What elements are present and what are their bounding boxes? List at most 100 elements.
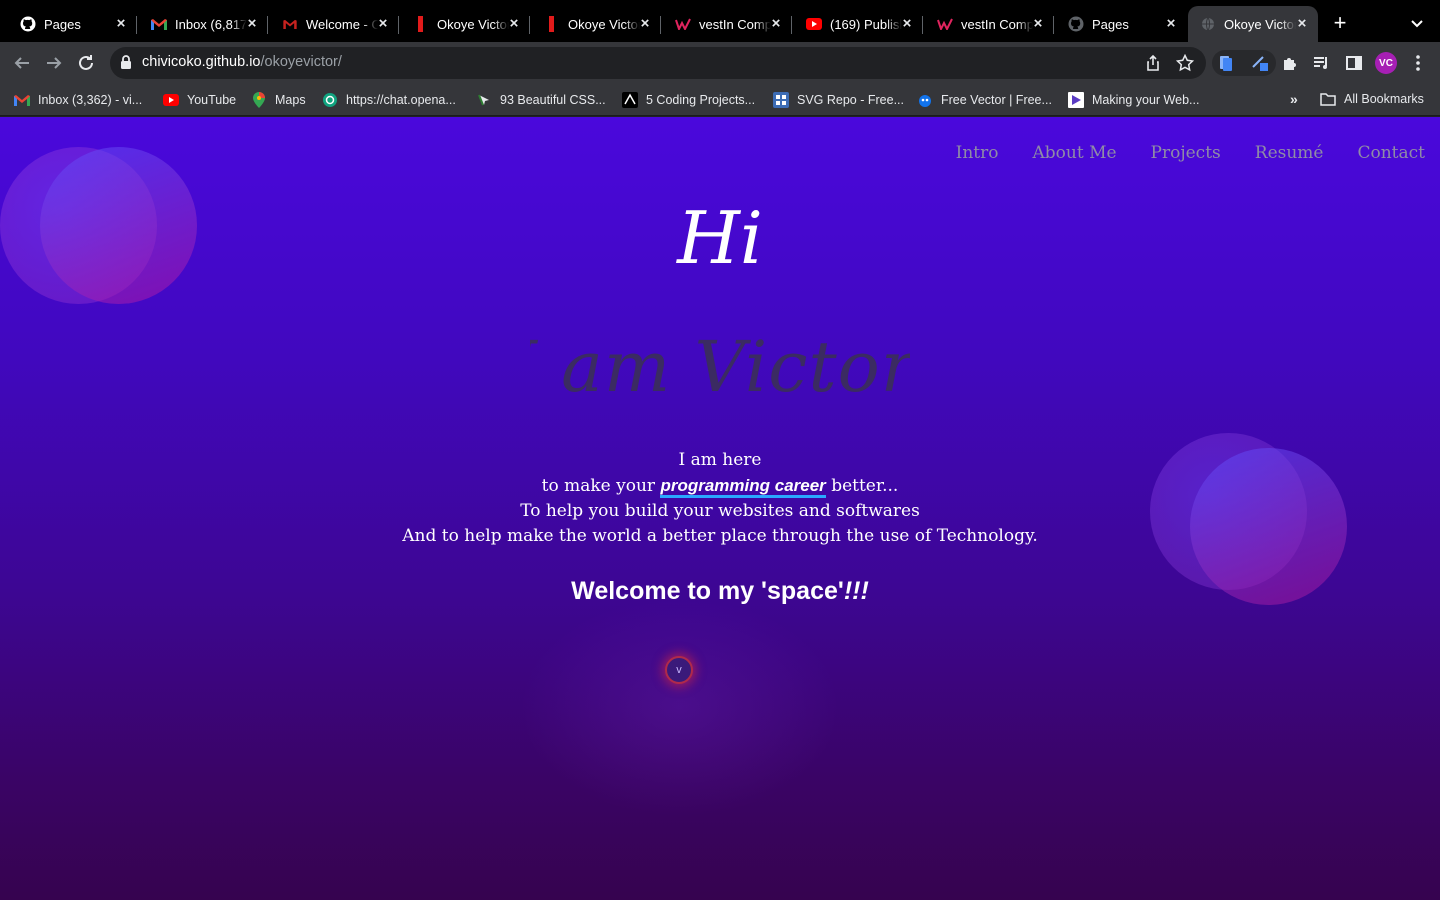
tab-title: Okoye Victor [1224, 16, 1296, 32]
puzzle-icon[interactable] [1279, 52, 1301, 74]
reload-icon [79, 55, 93, 70]
tab-title: Okoye Victor [437, 16, 509, 32]
all-bookmarks-button[interactable]: All Bookmarks [1320, 92, 1424, 106]
welcome-exclaim: !!! [843, 577, 869, 605]
url-text[interactable]: chivicoko.github.io/okoyevictor/ [142, 54, 342, 70]
bookmark-item[interactable]: YouTube [163, 92, 236, 108]
chevron-down-icon[interactable] [1408, 15, 1426, 33]
openai-icon [322, 92, 338, 108]
svgrepo-icon [773, 92, 789, 108]
share-icon[interactable] [1144, 54, 1162, 72]
tab-title: Inbox (6,817) [175, 16, 247, 32]
bookmark-label: Free Vector | Free... [941, 93, 1052, 107]
tab-title: Pages [1092, 16, 1129, 32]
tab[interactable]: vestIn Company × [923, 6, 1054, 42]
scroll-down-button[interactable]: v [665, 656, 693, 684]
nav-link-about[interactable]: About Me [1033, 143, 1117, 163]
bookmark-label: Making your Web... [1092, 93, 1200, 107]
profile-avatar[interactable]: VC [1375, 52, 1397, 74]
close-icon[interactable]: × [244, 16, 260, 32]
globe-icon [1200, 16, 1216, 32]
youtube-icon [806, 16, 822, 32]
tab[interactable]: Okoye Victor × [530, 6, 661, 42]
media-control-icon[interactable] [1310, 52, 1332, 74]
more-menu-icon[interactable] [1410, 53, 1426, 73]
bookmark-label: 93 Beautiful CSS... [500, 93, 606, 107]
tab[interactable]: Pages × [1054, 6, 1187, 42]
tab[interactable]: vestIn Company × [661, 6, 792, 42]
bookmark-item[interactable]: Free Vector | Free... [917, 92, 1052, 108]
nav-link-resume[interactable]: Resumé [1255, 143, 1324, 163]
tab[interactable]: Inbox (6,817) × [137, 6, 268, 42]
lock-icon[interactable] [120, 55, 132, 75]
doc-icon [1068, 92, 1084, 108]
bookmark-label: Maps [275, 93, 306, 107]
gmail-icon [282, 16, 298, 32]
vestin-icon [675, 16, 691, 32]
bookmark-label: Inbox (3,362) - vi... [38, 93, 143, 107]
all-bookmarks-label: All Bookmarks [1344, 92, 1424, 106]
tab[interactable]: Pages × [0, 6, 137, 42]
close-icon[interactable]: × [637, 16, 653, 32]
close-icon[interactable]: × [899, 16, 915, 32]
back-button[interactable] [10, 51, 34, 75]
intro-line-4: And to help make the world a better plac… [402, 526, 1038, 546]
intro-paragraph: I am here to make your programming caree… [0, 448, 1440, 549]
close-icon[interactable]: × [768, 16, 784, 32]
extension-docs-icon[interactable] [1215, 52, 1237, 74]
bookmark-item[interactable]: https://chat.opena... [322, 92, 456, 108]
tab-active[interactable]: Okoye Victor × [1188, 6, 1318, 42]
bookmark-item[interactable]: Inbox (3,362) - vi... [14, 92, 142, 108]
close-icon[interactable]: × [113, 16, 129, 32]
tab-title: Okoye Victor [568, 16, 640, 32]
nav-link-contact[interactable]: Contact [1357, 143, 1425, 163]
freepik-icon [917, 92, 933, 108]
nav-link-intro[interactable]: Intro [956, 143, 999, 163]
forward-button[interactable] [42, 51, 66, 75]
new-tab-button[interactable]: + [1330, 12, 1350, 34]
url-host: chivicoko.github.io [142, 54, 261, 70]
intro-line-2: to make your programming career better..… [0, 473, 1440, 499]
nav-link-projects[interactable]: Projects [1151, 143, 1221, 163]
name-heading: I am Victor. [0, 317, 1440, 412]
bookmark-item[interactable]: 93 Beautiful CSS... [476, 92, 606, 108]
name-script-svg: I am Victor. [507, 326, 929, 408]
close-icon[interactable]: × [375, 16, 391, 32]
side-panel-icon[interactable] [1343, 52, 1365, 74]
close-icon[interactable]: × [506, 16, 522, 32]
url-path: /okoyevictor/ [260, 54, 342, 70]
close-icon[interactable]: × [1030, 16, 1046, 32]
bookmark-item[interactable]: 5 Coding Projects... [622, 92, 755, 108]
tab[interactable]: Welcome - Gmail × [268, 6, 399, 42]
gmail-icon [14, 92, 30, 108]
tab-title: Welcome - Gmail [306, 16, 378, 32]
bookmark-item[interactable]: SVG Repo - Free... [773, 92, 904, 108]
tab[interactable]: Okoye Victor × [399, 6, 530, 42]
tab[interactable]: (169) Publish × [792, 6, 923, 42]
browser-toolbar: chivicoko.github.io/okoyevictor/ VC [0, 42, 1440, 84]
close-icon[interactable]: × [1163, 16, 1179, 32]
bookmark-label: https://chat.opena... [346, 93, 456, 107]
bookmarks-bar: Inbox (3,362) - vi... YouTube Maps https… [0, 84, 1440, 116]
extension-tool-icon[interactable] [1249, 52, 1271, 74]
github-icon [20, 16, 36, 32]
uiverse-icon [476, 92, 492, 108]
bookmark-label: SVG Repo - Free... [797, 93, 904, 107]
close-icon[interactable]: × [1294, 16, 1310, 32]
tab-title: vestIn Company [699, 16, 771, 32]
arrow-left-icon [14, 57, 29, 69]
programming-career-link[interactable]: programming career [660, 476, 826, 498]
tab-strip: Pages × Inbox (6,817) × Welcome - Gmail … [0, 0, 1440, 42]
folder-icon [1320, 92, 1336, 106]
star-icon[interactable] [1175, 53, 1195, 72]
tab-title: vestIn Company [961, 16, 1033, 32]
bookmarks-overflow-button[interactable]: » [1290, 91, 1298, 107]
greeting-script-svg: Hi [675, 196, 763, 280]
address-bar[interactable]: chivicoko.github.io/okoyevictor/ [110, 47, 1206, 79]
intro-line-2-post: better... [825, 476, 899, 496]
reload-button[interactable] [74, 51, 98, 75]
bookmark-item[interactable]: Making your Web... [1068, 92, 1199, 108]
red-bar-icon [413, 16, 429, 32]
bookmark-item[interactable]: Maps [251, 92, 306, 108]
tab-title: Pages [44, 16, 81, 32]
